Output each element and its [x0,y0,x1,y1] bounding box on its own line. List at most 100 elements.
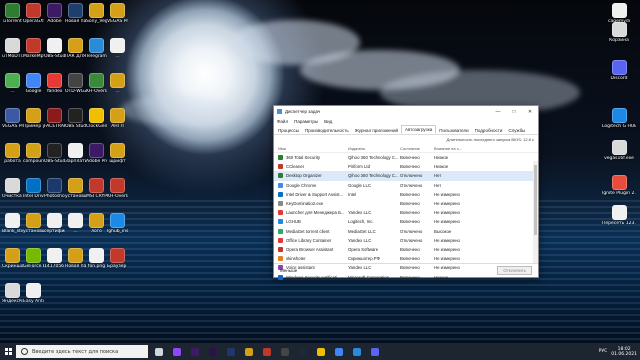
desktop-icon[interactable]: vegas16f.exe [602,140,636,161]
search-box[interactable]: Введите здесь текст для поиска [16,345,148,358]
desktop-icon[interactable]: MSI CRYPT... [86,178,107,199]
desktop-icon[interactable]: Зарплаты [65,143,86,164]
tab[interactable]: Процессы [275,127,302,134]
tab[interactable]: Службы [505,127,528,134]
scrollbar[interactable] [533,161,538,263]
desktop-icon[interactable]: ЯндексКП [2,283,23,304]
desktop-icon[interactable]: VEGAS Pro 16.0.zip [107,3,128,24]
desktop-icon[interactable]: шрифт [107,143,128,164]
desktop-icon[interactable]: Telegram [86,38,107,59]
taskbar-app-steam[interactable] [296,345,310,358]
desktop-icon[interactable]: Discord [602,60,636,81]
tab[interactable]: Пользователи [436,127,471,134]
desktop-icon[interactable]: ... [107,73,128,94]
desktop-icon[interactable]: 1417056712 [44,248,65,269]
task-manager-window[interactable]: Диспетчер задач — □ ✕ Файл Параметры Вид… [273,105,539,280]
desktop-icon[interactable]: ... [65,213,86,234]
table-row[interactable]: Desktop Organizer Qihoo 360 Technology C.… [274,171,538,181]
maximize-button[interactable]: □ [506,109,522,115]
start-button[interactable] [0,343,16,360]
table-row[interactable]: 360 Total Security Qihoo 360 Technology C… [274,153,538,162]
desktop-icon[interactable]: лого [86,213,107,234]
desktop-icon[interactable]: Пересеть 123.mp4 [602,205,636,226]
table-row[interactable]: MediaGet torrent client MediaGet LLC Отклю… [274,227,538,236]
table-row[interactable]: LGHUB Logitech, Inc. Включено Не измерено [274,217,538,226]
desktop-icon[interactable]: установщик по... [23,213,44,234]
desktop-icon[interactable]: Новая папка [65,248,86,269]
desktop-icon[interactable]: Новая папка (7).exe [65,3,86,24]
desktop-icon[interactable]: OBS-Studio... [44,143,65,164]
table-row[interactable]: Launcher для Менеджера Б... Yandex LLC Вкл… [274,208,538,217]
desktop-icon[interactable]: GeForce Experience [23,248,44,269]
taskbar-app-task-view[interactable] [152,345,166,358]
desktop-icon[interactable]: ClockGen [86,108,107,129]
disable-button[interactable]: Отключить [497,266,532,275]
desktop-icon[interactable]: Adobe Premiere P... [86,143,107,164]
desktop-icon[interactable]: ПАК ДЛЯ ШАПКИ... [65,38,86,59]
table-row[interactable]: Office Library Container Yandex LLC Отключ… [274,236,538,245]
desktop-icon[interactable]: Logitech G HUB [602,108,636,129]
desktop-icon[interactable]: установщик для видео [65,178,86,199]
title-bar[interactable]: Диспетчер задач — □ ✕ [274,106,538,117]
desktop-icon[interactable]: сертифик... [44,213,65,234]
desktop-icon[interactable]: Браузер Opera GX [107,248,128,269]
minimize-button[interactable]: — [490,109,506,115]
table-row[interactable]: CCleaner Piriform Ltd Включено Низкое [274,162,538,171]
menu-options[interactable]: Параметры [294,119,318,124]
desktop-icon[interactable]: Photoshop... [44,178,65,199]
menu-file[interactable]: Файл [277,119,288,124]
desktop-icon[interactable]: Ignite Plugin 2.0 [602,175,636,196]
desktop-icon[interactable]: Корзина [602,22,636,43]
desktop-icon[interactable]: ... [107,38,128,59]
desktop-icon[interactable]: Google [23,73,44,94]
menu-view[interactable]: Вид [324,119,332,124]
table-row[interactable]: KeyDominatio2.exe Включено Не измерено [274,199,538,208]
desktop-icon[interactable]: OBS Studio [65,108,86,129]
taskbar-app-yandex-music[interactable] [314,345,328,358]
table-row[interactable]: Google Chrome Google LLC Отключено Нет [274,181,538,190]
taskbar-app-photoshop[interactable] [224,345,238,358]
column-publisher[interactable]: Издатель [348,146,400,151]
column-impact[interactable]: Влияние на з... [434,146,474,151]
desktop-icon[interactable]: OperaGXSet... [23,3,44,24]
taskbar-app-explorer[interactable] [242,345,256,358]
desktop-icon[interactable]: Blank_stic... [2,213,23,234]
close-button[interactable]: ✕ [522,109,538,115]
tab[interactable]: Производительность [302,127,352,134]
table-row[interactable]: skinshoter Скриншотер.РФ Включено Не измере… [274,254,538,263]
desktop-icon[interactable]: Скриншоты [2,248,23,269]
tab[interactable]: Подробности [472,127,506,134]
desktop-icon[interactable]: cagemydi [602,3,636,24]
table-row[interactable]: Opera Browser Assistant Opera Software Вкл… [274,245,538,254]
desktop-icon[interactable]: KH-Overlay [86,73,107,94]
language-indicator[interactable]: РУС [599,349,608,354]
desktop-icon[interactable]: FACETRAF RS [44,108,65,129]
desktop-icon[interactable]: lghub_ins... [107,213,128,234]
taskbar-app-discord[interactable] [368,345,382,358]
desktop-icon[interactable]: fon.png [86,248,107,269]
taskbar-app-chrome[interactable] [332,345,346,358]
tab[interactable]: Журнал приложений [352,127,401,134]
desktop-icon[interactable]: Yandex [44,73,65,94]
desktop-icon[interactable]: OTD-WG2... [65,73,86,94]
taskbar-app-obs[interactable] [278,345,292,358]
desktop-icon[interactable]: АНГЛ [107,108,128,129]
desktop-icon[interactable]: MarkeMpv Setup 2... [23,38,44,59]
scrollbar-thumb[interactable] [534,165,537,235]
column-status[interactable]: Состояние [400,146,434,151]
taskbar-app-premiere[interactable] [188,345,202,358]
clock[interactable]: 18:02 01.06.2021 [611,347,637,357]
desktop-icon[interactable]: KH-Overlay [107,178,128,199]
desktop-icon[interactable]: OBS-Studio-26... [44,38,65,59]
desktop-icon[interactable]: VEGAS Pro 14.0 [2,108,23,129]
desktop-icon[interactable]: compound... [23,143,44,164]
taskbar-app-twitch[interactable] [170,345,184,358]
desktop-icon[interactable]: ... [2,73,23,94]
desktop-icon[interactable]: Adobe [44,3,65,24]
desktop-icon[interactable]: Пример установки [23,108,44,129]
desktop-icon[interactable]: Easy Anticheat [23,283,44,304]
desktop-icon[interactable]: uTorrent [2,3,23,24]
tab[interactable]: Автозагрузка [400,125,437,134]
desktop-icon[interactable]: Sony_Vegas... [86,3,107,24]
taskbar-app-telegram[interactable] [350,345,364,358]
